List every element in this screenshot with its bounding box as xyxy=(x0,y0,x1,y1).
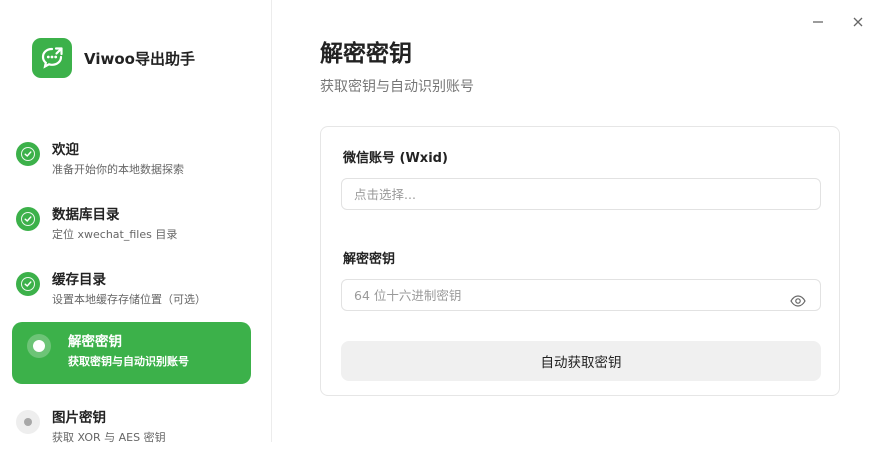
step-cache-dir[interactable]: 缓存目录 设置本地缓存存储位置（可选） xyxy=(12,260,251,322)
check-circle-icon xyxy=(16,207,40,231)
eye-icon[interactable] xyxy=(789,292,807,310)
auto-get-key-button[interactable]: 自动获取密钥 xyxy=(341,341,821,381)
pending-step-icon xyxy=(16,410,40,434)
step-welcome[interactable]: 欢迎 准备开始你的本地数据探索 xyxy=(12,130,251,192)
step-subtitle: 准备开始你的本地数据探索 xyxy=(52,163,184,176)
step-title: 缓存目录 xyxy=(52,272,106,288)
step-database-dir[interactable]: 数据库目录 定位 xwechat_files 目录 xyxy=(12,195,251,257)
step-subtitle: 获取密钥与自动识别账号 xyxy=(68,355,189,368)
wxid-label: 微信账号 (Wxid) xyxy=(343,151,448,166)
minimize-icon xyxy=(813,21,823,23)
step-subtitle: 定位 xwechat_files 目录 xyxy=(52,228,178,241)
step-image-key[interactable]: 图片密钥 获取 XOR 与 AES 密钥 xyxy=(12,398,251,460)
step-title: 欢迎 xyxy=(52,142,79,158)
close-icon xyxy=(853,17,863,27)
check-circle-icon xyxy=(16,142,40,166)
step-subtitle: 设置本地缓存存储位置（可选） xyxy=(52,293,206,306)
key-label: 解密密钥 xyxy=(343,252,396,267)
decrypt-key-input[interactable] xyxy=(341,279,821,311)
brand: Viwoo导出助手 xyxy=(32,38,195,78)
step-subtitle: 获取 XOR 与 AES 密钥 xyxy=(52,431,166,444)
app-logo-icon xyxy=(32,38,72,78)
sidebar: Viwoo导出助手 欢迎 准备开始你的本地数据探索 数据库目录 定位 xwech… xyxy=(0,0,272,444)
step-title: 图片密钥 xyxy=(52,410,106,426)
step-title: 解密密钥 xyxy=(68,334,122,350)
step-title: 数据库目录 xyxy=(52,207,120,223)
active-step-icon xyxy=(27,334,51,358)
check-circle-icon xyxy=(16,272,40,296)
close-button[interactable] xyxy=(848,12,868,32)
app-name: Viwoo导出助手 xyxy=(84,49,195,68)
page-subtitle: 获取密钥与自动识别账号 xyxy=(320,79,474,95)
key-form-card: 微信账号 (Wxid) 解密密钥 自动获取密钥 xyxy=(320,126,840,396)
step-decrypt-key[interactable]: 解密密钥 获取密钥与自动识别账号 xyxy=(12,322,251,384)
minimize-button[interactable] xyxy=(808,12,828,32)
wxid-select-input[interactable] xyxy=(341,178,821,210)
page-title: 解密密钥 xyxy=(320,41,412,67)
